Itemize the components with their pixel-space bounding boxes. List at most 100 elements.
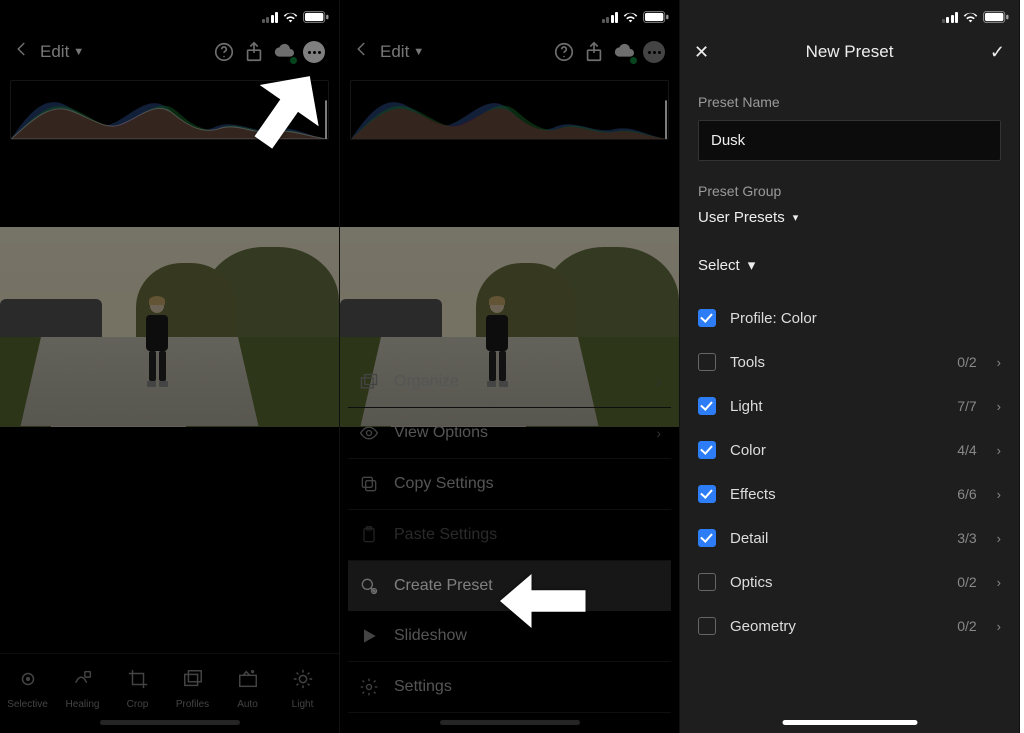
tool-healing[interactable]: Healing bbox=[55, 668, 110, 710]
option-count: 4/4 bbox=[957, 442, 976, 458]
checkbox[interactable] bbox=[698, 441, 716, 459]
chevron-right-icon: › bbox=[997, 575, 1001, 590]
paste-icon bbox=[358, 524, 380, 546]
tool-color[interactable]: Co bbox=[330, 668, 340, 710]
option-label: Optics bbox=[730, 574, 773, 591]
option-label: Effects bbox=[730, 486, 776, 503]
menu-item-copy[interactable]: Copy Settings bbox=[348, 459, 671, 510]
checkbox[interactable] bbox=[698, 485, 716, 503]
auto-icon bbox=[237, 668, 259, 693]
mode-dropdown[interactable]: Edit ▼ bbox=[380, 42, 424, 62]
select-all-dropdown[interactable]: Select ▾ bbox=[698, 256, 1001, 274]
preset-name-label: Preset Name bbox=[698, 94, 1001, 110]
photo-preview[interactable] bbox=[0, 227, 339, 427]
cloud-sync-button[interactable] bbox=[609, 37, 639, 67]
chevron-right-icon: › bbox=[656, 374, 661, 390]
close-button[interactable]: ✕ bbox=[694, 42, 718, 63]
preset-name-input[interactable] bbox=[698, 120, 1001, 161]
menu-item-settings[interactable]: Settings bbox=[348, 662, 671, 713]
preset-option-detail[interactable]: Detail3/3› bbox=[698, 518, 1001, 558]
tool-label: Healing bbox=[66, 699, 100, 710]
healing-icon bbox=[72, 668, 94, 693]
tool-label: Crop bbox=[127, 699, 149, 710]
share-button[interactable] bbox=[579, 37, 609, 67]
more-button[interactable] bbox=[299, 37, 329, 67]
more-icon bbox=[643, 41, 665, 63]
menu-item-label: Create Preset bbox=[394, 577, 493, 595]
mode-dropdown[interactable]: Edit ▼ bbox=[40, 42, 84, 62]
battery-icon bbox=[983, 11, 1009, 23]
tool-auto[interactable]: Auto bbox=[220, 668, 275, 710]
tutorial-arrow bbox=[230, 68, 320, 158]
option-label: Tools bbox=[730, 354, 765, 371]
menu-item-label: Settings bbox=[394, 678, 452, 696]
more-menu: Organize›View Options› Copy Settings Paste… bbox=[348, 357, 671, 713]
preset-option-tools[interactable]: Tools 0/2 › bbox=[698, 342, 1001, 382]
checkbox[interactable] bbox=[698, 353, 716, 371]
menu-item-label: Copy Settings bbox=[394, 475, 494, 493]
page-title: New Preset bbox=[718, 42, 981, 62]
menu-item-label: Slideshow bbox=[394, 627, 467, 645]
option-label: Detail bbox=[730, 530, 768, 547]
tool-crop[interactable]: Crop bbox=[110, 668, 165, 710]
checkbox[interactable] bbox=[698, 397, 716, 415]
more-button[interactable] bbox=[639, 37, 669, 67]
tool-light[interactable]: Light bbox=[275, 668, 330, 710]
preset-group-value: User Presets bbox=[698, 209, 785, 226]
tool-profiles[interactable]: Profiles bbox=[165, 668, 220, 710]
chevron-right-icon: › bbox=[997, 355, 1001, 370]
share-button[interactable] bbox=[239, 37, 269, 67]
screenshot-panel-3: ✕ New Preset ✓ Preset Name Preset Group … bbox=[680, 0, 1020, 733]
checkbox[interactable] bbox=[698, 529, 716, 547]
preset-group-label: Preset Group bbox=[698, 183, 1001, 199]
checkbox[interactable] bbox=[698, 617, 716, 635]
preset-option-geometry[interactable]: Geometry0/2› bbox=[698, 606, 1001, 646]
preset-option-color[interactable]: Color4/4› bbox=[698, 430, 1001, 470]
preset-option-optics[interactable]: Optics 0/2 › bbox=[698, 562, 1001, 602]
menu-item-organize[interactable]: Organize› bbox=[348, 357, 671, 408]
cellular-icon bbox=[942, 12, 959, 23]
chevron-down-icon: ▾ bbox=[748, 256, 756, 274]
option-label: Profile: Color bbox=[730, 310, 817, 327]
option-count: 0/2 bbox=[957, 574, 976, 590]
chevron-right-icon: › bbox=[997, 443, 1001, 458]
crop-icon bbox=[127, 668, 149, 693]
checkbox[interactable] bbox=[698, 309, 716, 327]
cellular-icon bbox=[602, 12, 619, 23]
preset-option-effects[interactable]: Effects6/6› bbox=[698, 474, 1001, 514]
option-count: 0/2 bbox=[957, 354, 976, 370]
option-count: 0/2 bbox=[957, 618, 976, 634]
back-button[interactable] bbox=[10, 40, 34, 64]
chevron-right-icon: › bbox=[997, 531, 1001, 546]
selective-icon bbox=[17, 668, 39, 693]
help-button[interactable] bbox=[549, 37, 579, 67]
preset-icon bbox=[358, 575, 380, 597]
chevron-right-icon: › bbox=[997, 399, 1001, 414]
copy-icon bbox=[358, 473, 380, 495]
preset-group-select[interactable]: User Presets ▾ bbox=[698, 209, 1001, 226]
more-icon bbox=[303, 41, 325, 63]
select-label: Select bbox=[698, 257, 740, 274]
light-icon bbox=[292, 668, 314, 693]
tool-selective[interactable]: Selective bbox=[0, 668, 55, 710]
slideshow-icon bbox=[358, 625, 380, 647]
menu-item-label: Paste Settings bbox=[394, 526, 497, 544]
cloud-sync-button[interactable] bbox=[269, 37, 299, 67]
option-label: Geometry bbox=[730, 618, 796, 635]
chevron-right-icon: › bbox=[997, 487, 1001, 502]
confirm-button[interactable]: ✓ bbox=[981, 42, 1005, 63]
battery-icon bbox=[643, 11, 669, 23]
new-preset-header: ✕ New Preset ✓ bbox=[680, 30, 1019, 74]
back-button[interactable] bbox=[350, 40, 374, 64]
preset-option-profile-color[interactable]: Profile: Color bbox=[698, 298, 1001, 338]
checkbox[interactable] bbox=[698, 573, 716, 591]
menu-item-view[interactable]: View Options› bbox=[348, 408, 671, 459]
preset-option-light[interactable]: Light7/7› bbox=[698, 386, 1001, 426]
help-button[interactable] bbox=[209, 37, 239, 67]
preset-options-list: Profile: ColorTools0/2›Light7/7›Color4/4… bbox=[698, 298, 1001, 646]
tool-label: Selective bbox=[7, 699, 48, 710]
wifi-icon bbox=[283, 12, 298, 23]
tool-label: Profiles bbox=[176, 699, 209, 710]
chevron-right-icon: › bbox=[656, 425, 661, 441]
home-indicator bbox=[782, 720, 917, 725]
